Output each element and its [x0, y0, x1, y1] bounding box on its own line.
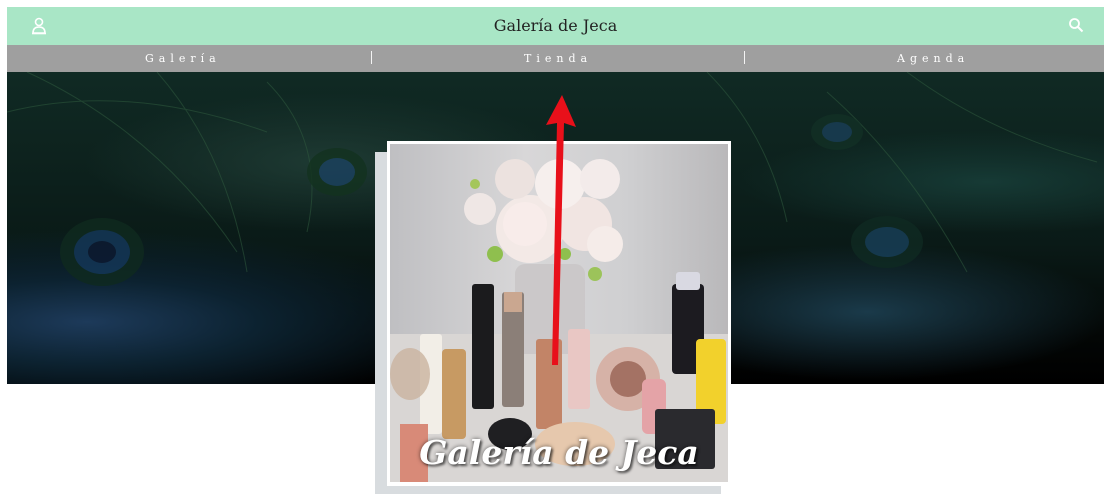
nav-divider: [744, 51, 745, 64]
nav-item-tienda[interactable]: Tienda: [524, 52, 592, 65]
top-bar: Galería de Jeca: [7, 7, 1104, 45]
main-nav: Galería Tienda Agenda: [7, 45, 1104, 72]
logo-text: Galería de Jeca: [419, 433, 699, 472]
nav-item-galeria[interactable]: Galería: [145, 52, 221, 65]
site-title[interactable]: Galería de Jeca: [7, 16, 1104, 35]
red-arrow-up-icon: [540, 95, 580, 374]
search-icon[interactable]: [1068, 17, 1084, 33]
nav-item-agenda[interactable]: Agenda: [897, 52, 969, 65]
nav-divider: [371, 51, 372, 64]
